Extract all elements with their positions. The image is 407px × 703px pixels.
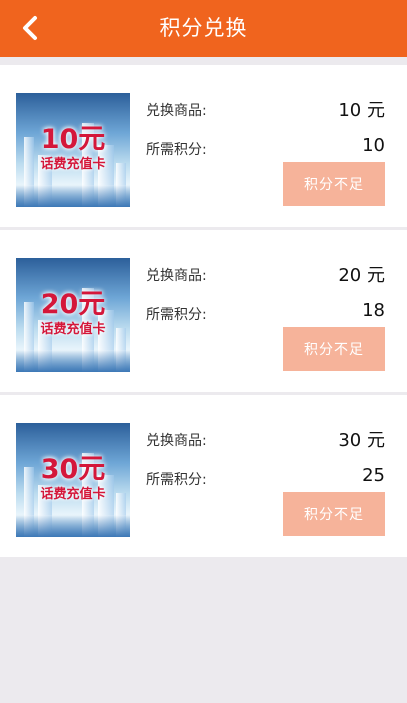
product-label: 兑换商品: (146, 433, 207, 449)
recharge-card-image: 30元 话费充值卡 (16, 423, 130, 537)
card-image-amount: 30元 (40, 454, 106, 485)
exchange-item: 10元 话费充值卡 兑换商品: 10 元 所需积分: 10 积分不足 (0, 65, 407, 227)
insufficient-points-button[interactable]: 积分不足 (283, 492, 385, 536)
recharge-card-image: 10元 话费充值卡 (16, 93, 130, 207)
insufficient-points-button[interactable]: 积分不足 (283, 327, 385, 371)
card-image-amount: 10元 (40, 124, 106, 155)
points-value: 18 (362, 300, 385, 321)
points-value: 25 (362, 465, 385, 486)
points-label: 所需积分: (146, 142, 207, 158)
product-value: 10 元 (338, 100, 385, 121)
recharge-card-image: 20元 话费充值卡 (16, 258, 130, 372)
insufficient-points-button[interactable]: 积分不足 (283, 162, 385, 206)
product-label: 兑换商品: (146, 268, 207, 284)
exchange-item: 30元 话费充值卡 兑换商品: 30 元 所需积分: 25 积分不足 (0, 395, 407, 557)
points-value: 10 (362, 135, 385, 156)
points-label: 所需积分: (146, 307, 207, 323)
page-title: 积分兑换 (159, 16, 248, 40)
product-value: 30 元 (338, 430, 385, 451)
product-value: 20 元 (338, 265, 385, 286)
product-label: 兑换商品: (146, 103, 207, 119)
card-image-subtitle: 话费充值卡 (40, 487, 106, 502)
points-label: 所需积分: (146, 472, 207, 488)
exchange-item: 20元 话费充值卡 兑换商品: 20 元 所需积分: 18 积分不足 (0, 230, 407, 392)
app-header: 积分兑换 (0, 0, 407, 57)
card-image-subtitle: 话费充值卡 (40, 322, 106, 337)
card-image-amount: 20元 (40, 289, 106, 320)
card-image-subtitle: 话费充值卡 (40, 157, 106, 172)
